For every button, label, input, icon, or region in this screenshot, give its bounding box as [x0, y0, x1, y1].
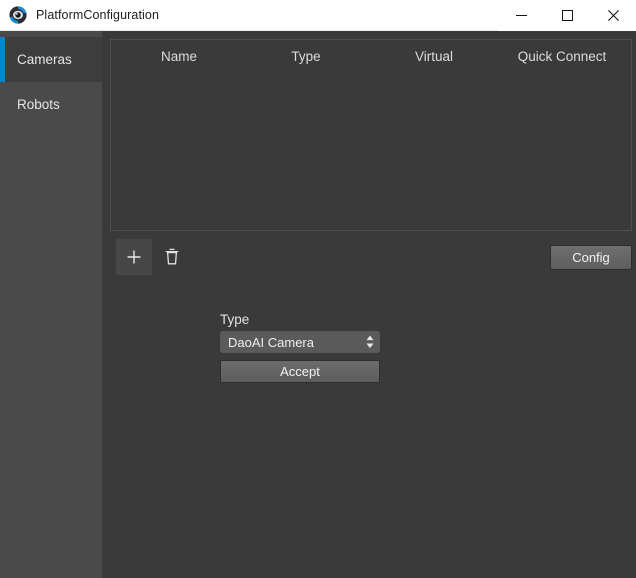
maximize-button[interactable] — [544, 0, 590, 31]
column-header-virtual: Virtual — [414, 49, 454, 64]
sidebar-item-label: Robots — [17, 97, 60, 112]
window-titlebar: PlatformConfiguration — [0, 0, 636, 31]
sidebar-item-robots[interactable]: Robots — [0, 82, 102, 127]
table-header-row: Name Type Virtual Quick Connect — [111, 40, 631, 75]
camera-type-selected-value: DaoAI Camera — [228, 334, 314, 350]
column-header-name: Name — [160, 49, 198, 64]
active-tab-accent-bar — [0, 37, 5, 82]
column-header-quick-connect: Quick Connect — [517, 49, 607, 64]
close-button[interactable] — [590, 0, 636, 31]
content-area: Name Type Virtual Quick Connect Config T… — [102, 31, 636, 578]
trash-icon — [165, 248, 179, 265]
table-toolbar: Config — [110, 239, 632, 275]
up-down-arrows-icon — [366, 335, 374, 349]
window-controls — [498, 0, 636, 31]
camera-type-select[interactable]: DaoAI Camera — [220, 331, 380, 353]
config-button[interactable]: Config — [550, 245, 632, 270]
camera-type-form: Type DaoAI Camera Accept — [220, 312, 380, 383]
maximize-icon — [561, 9, 573, 21]
sidebar: Cameras Robots — [0, 31, 102, 578]
close-icon — [607, 9, 619, 21]
accept-button[interactable]: Accept — [220, 360, 380, 383]
window-title: PlatformConfiguration — [36, 8, 159, 22]
delete-camera-button[interactable] — [154, 239, 190, 275]
column-header-type: Type — [291, 49, 321, 64]
daoai-eye-logo-icon — [9, 6, 27, 24]
type-label: Type — [220, 312, 250, 327]
plus-icon — [127, 250, 141, 264]
platform-configuration-window: PlatformConfiguration Cameras Robots Nam… — [0, 0, 636, 578]
add-camera-button[interactable] — [116, 239, 152, 275]
sidebar-item-label: Cameras — [17, 52, 72, 67]
minimize-icon — [515, 14, 527, 16]
sidebar-item-cameras[interactable]: Cameras — [0, 37, 102, 82]
table-body-empty[interactable] — [111, 75, 631, 230]
minimize-button[interactable] — [498, 0, 544, 31]
cameras-table: Name Type Virtual Quick Connect — [110, 39, 632, 231]
